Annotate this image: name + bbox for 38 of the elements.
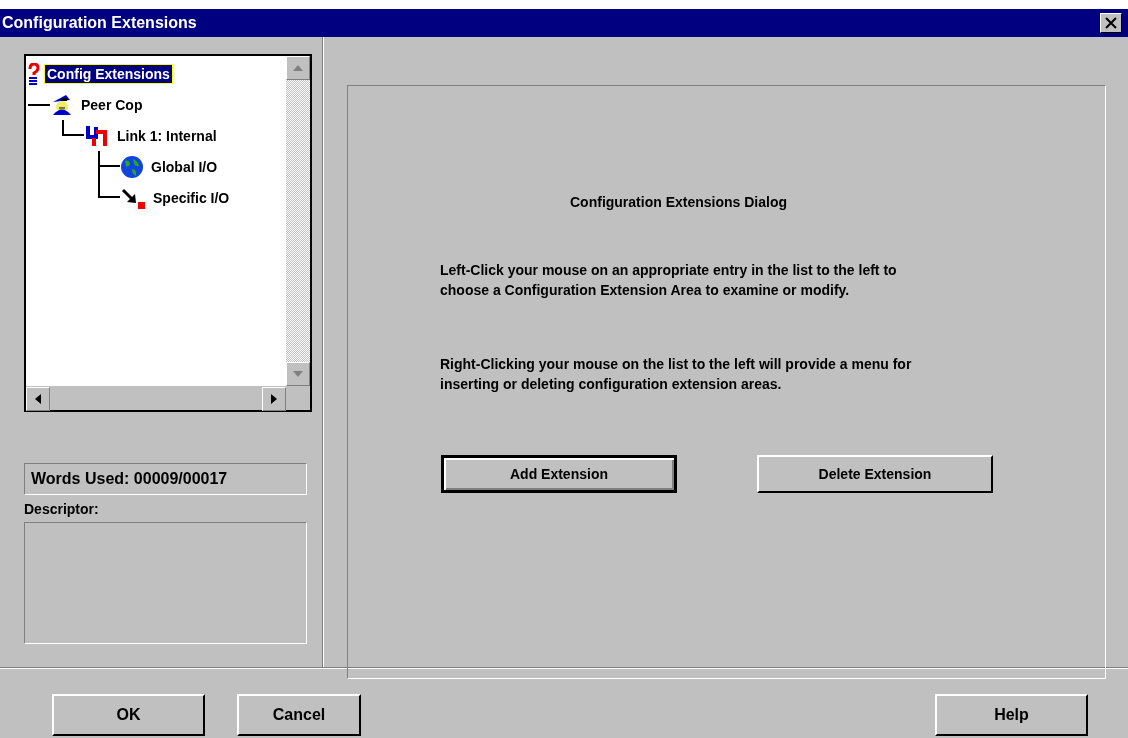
tree-item[interactable]: Config Extensions <box>44 63 173 84</box>
scroll-right-button[interactable] <box>262 387 286 411</box>
left-arrow-icon <box>35 394 41 404</box>
window-title: Configuration Extensions <box>2 14 197 32</box>
dialog-button[interactable]: Help <box>935 694 1088 736</box>
scroll-left-button[interactable] <box>26 387 50 411</box>
tree-item[interactable]: Global I/O <box>148 156 221 177</box>
close-icon <box>1105 17 1117 29</box>
dialog-heading: Configuration Extensions Dialog <box>570 194 788 210</box>
descriptor-field[interactable] <box>24 522 307 644</box>
scroll-down-button[interactable] <box>286 362 310 386</box>
extension-button[interactable]: Add Extension <box>441 455 677 493</box>
right-arrow-icon <box>271 394 277 404</box>
close-button[interactable] <box>1100 13 1122 33</box>
question-mark-icon <box>28 62 40 85</box>
tree-line <box>62 120 84 136</box>
globe-icon <box>120 154 144 179</box>
scroll-up-button[interactable] <box>286 56 310 80</box>
dialog-button[interactable]: Cancel <box>237 694 361 736</box>
horizontal-scrollbar[interactable] <box>26 386 286 410</box>
dialog-button[interactable]: OK <box>52 694 205 736</box>
down-arrow-icon <box>293 371 303 377</box>
tree-item[interactable]: Specific I/O <box>150 187 233 208</box>
extension-button[interactable]: Delete Extension <box>757 455 993 493</box>
pipe-link-icon <box>84 124 110 147</box>
arrow-icon <box>120 186 146 209</box>
scrollbar-corner <box>286 386 310 410</box>
instruction-text: Left-Click your mouse on an appropriate entry in the list to the left to choose a Configuration Extension Area to examine or modify. <box>440 261 898 300</box>
tree-view[interactable]: Config Extensions Peer Cop Link 1: Internal Global I/O Specific I/O <box>24 54 312 412</box>
police-officer-icon <box>50 93 74 116</box>
vertical-scrollbar[interactable] <box>286 56 310 386</box>
instruction-text: Right-Clicking your mouse on the list to the left will provide a menu for inserting or deleting configuration extension areas. <box>440 355 913 394</box>
words-used-field: Words Used: 00009/00017 <box>24 463 307 495</box>
descriptor-label: Descriptor: <box>24 501 100 517</box>
tree-line <box>28 103 50 106</box>
up-arrow-icon <box>293 65 303 71</box>
tree-item[interactable]: Link 1: Internal <box>114 125 220 146</box>
tree-item[interactable]: Peer Cop <box>78 94 146 115</box>
